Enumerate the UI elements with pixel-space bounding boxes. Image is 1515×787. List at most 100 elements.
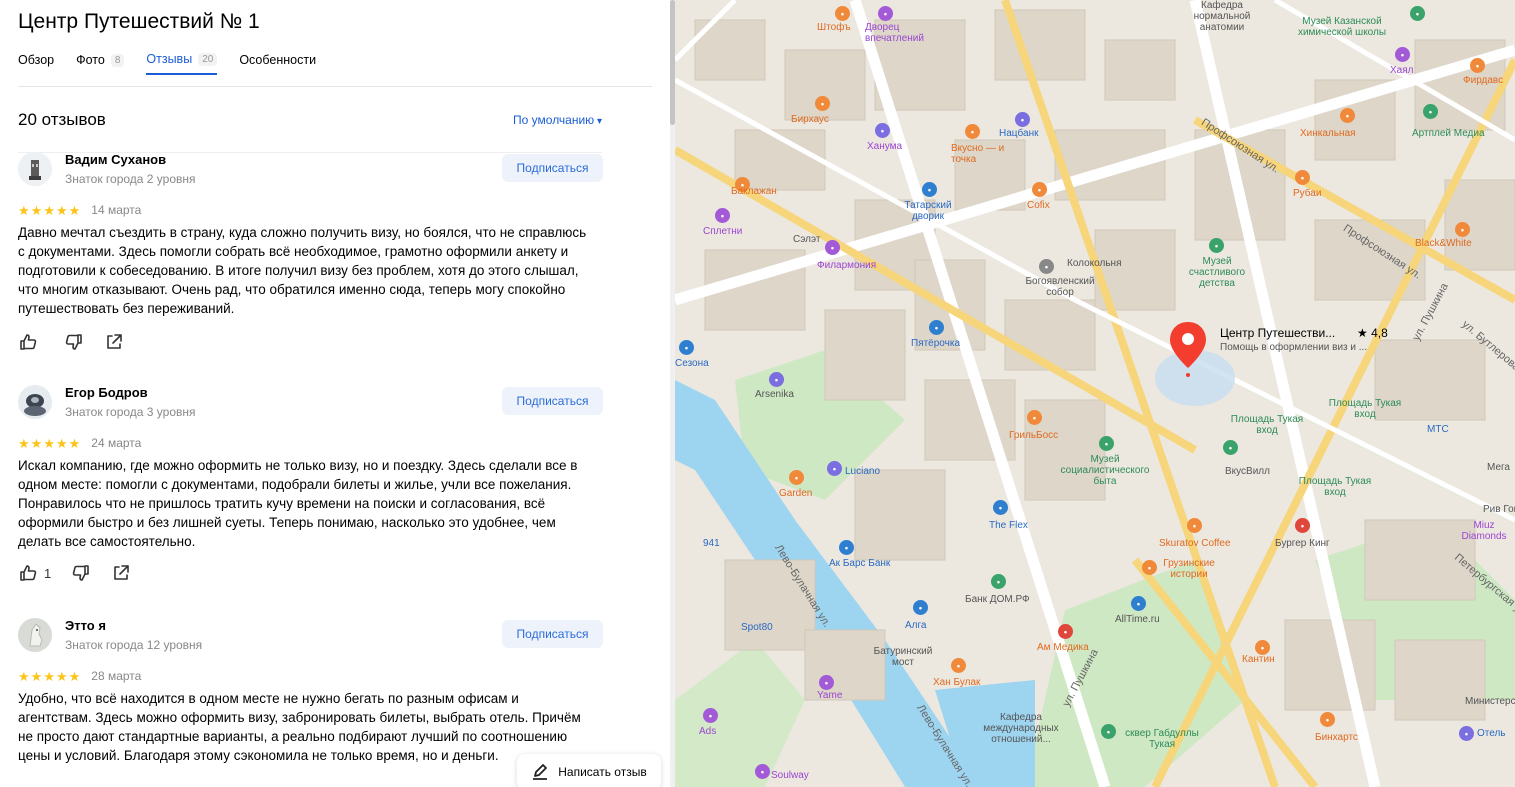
map-label[interactable]: Ads: [699, 726, 716, 737]
restaurant-marker[interactable]: •: [951, 658, 966, 673]
avatar[interactable]: [18, 618, 52, 652]
map-label[interactable]: Артплей Медиа: [1412, 128, 1485, 139]
shop-marker[interactable]: •: [922, 182, 937, 197]
fastfood-marker[interactable]: •: [1295, 518, 1310, 533]
map-label[interactable]: 941: [703, 538, 720, 549]
bank-marker[interactable]: •: [991, 574, 1006, 589]
map-label[interactable]: Музей социалистического быта: [1055, 454, 1155, 487]
shop-marker[interactable]: •: [913, 600, 928, 615]
map-label[interactable]: Ак Барс Банк: [829, 558, 890, 569]
tab-photos[interactable]: Фото 8: [76, 52, 125, 75]
map-label[interactable]: Пятёрочка: [911, 338, 960, 349]
map-label[interactable]: Дворец впечатлений: [865, 22, 935, 44]
map-label[interactable]: Хинкальная: [1300, 128, 1355, 139]
map-label[interactable]: Ам Медика: [1037, 642, 1089, 653]
map-label[interactable]: Сплетни: [703, 226, 742, 237]
fitness-marker[interactable]: •: [993, 500, 1008, 515]
cafe-marker[interactable]: •: [965, 124, 980, 139]
map-label[interactable]: Алга: [905, 620, 927, 631]
hotel-marker[interactable]: •: [1395, 47, 1410, 62]
shop-marker[interactable]: •: [1223, 440, 1238, 455]
map-label[interactable]: Филармония: [817, 260, 876, 271]
tab-reviews[interactable]: Отзывы 20: [146, 52, 218, 75]
restaurant-marker[interactable]: •: [1255, 640, 1270, 655]
map-label[interactable]: Вкусно — и точка: [951, 143, 1011, 165]
museum-marker[interactable]: •: [1209, 238, 1224, 253]
restaurant-marker[interactable]: •: [789, 470, 804, 485]
subscribe-button[interactable]: Подписаться: [502, 154, 603, 182]
tab-features[interactable]: Особенности: [239, 52, 316, 75]
map-label[interactable]: Бургер Кинг: [1275, 538, 1330, 549]
map-label[interactable]: Министерство: [1465, 696, 1515, 707]
map-label[interactable]: Soulway: [771, 770, 809, 781]
share-button[interactable]: [104, 332, 124, 352]
music-marker[interactable]: •: [715, 208, 730, 223]
hotel-marker[interactable]: •: [703, 708, 718, 723]
cafe-marker[interactable]: •: [1032, 182, 1047, 197]
map-label[interactable]: Хан Булак: [933, 677, 980, 688]
map-label[interactable]: Отель: [1477, 728, 1506, 739]
avatar[interactable]: [18, 385, 52, 419]
subscribe-button[interactable]: Подписаться: [502, 387, 603, 415]
map-label[interactable]: Кафедра нормальной анатомии: [1187, 0, 1257, 33]
map-label[interactable]: ВкусВилл: [1225, 466, 1270, 477]
map-label[interactable]: Музей счастливого детства: [1187, 256, 1247, 289]
map-label[interactable]: Skuratov Coffee: [1159, 538, 1231, 549]
shop-marker[interactable]: •: [755, 764, 770, 779]
map-label[interactable]: Колокольня: [1067, 258, 1122, 269]
share-button[interactable]: [111, 563, 131, 583]
map-label[interactable]: МТС: [1427, 424, 1449, 435]
map-label[interactable]: Luciano: [845, 466, 880, 477]
restaurant-marker[interactable]: •: [835, 6, 850, 21]
map-label[interactable]: Грузинские истории: [1159, 558, 1219, 580]
write-review-button[interactable]: Написать отзыв: [517, 754, 661, 787]
museum-marker[interactable]: •: [1101, 724, 1116, 739]
reviewer-name[interactable]: Егор Бодров: [65, 385, 148, 400]
map-label[interactable]: The Flex: [989, 520, 1028, 531]
museum-marker[interactable]: •: [1410, 6, 1425, 21]
map-label[interactable]: ГрильБосс: [1009, 430, 1058, 441]
map-label[interactable]: Штофъ: [817, 22, 851, 33]
hotel-marker[interactable]: •: [827, 461, 842, 476]
map-label[interactable]: Рубаи: [1293, 188, 1321, 199]
map-label[interactable]: Татарский дворик: [903, 200, 953, 222]
theater-marker[interactable]: •: [878, 6, 893, 21]
bank-marker[interactable]: •: [1015, 112, 1030, 127]
restaurant-marker[interactable]: •: [1470, 58, 1485, 73]
restaurant-marker[interactable]: •: [1340, 108, 1355, 123]
map-label[interactable]: Spot80: [741, 622, 773, 633]
reviewer-name[interactable]: Этто я: [65, 618, 106, 633]
cafe-marker[interactable]: •: [815, 96, 830, 111]
map-label[interactable]: Кантин: [1242, 654, 1275, 665]
restaurant-marker[interactable]: •: [1320, 712, 1335, 727]
map-label[interactable]: Нацбанк: [999, 128, 1038, 139]
dislike-button[interactable]: [64, 332, 84, 352]
hotel-marker[interactable]: •: [1459, 726, 1474, 741]
map-label[interactable]: Arsenika: [755, 389, 794, 400]
map-label[interactable]: Батуринский мост: [873, 646, 933, 668]
shop-marker[interactable]: •: [929, 320, 944, 335]
hotel-marker[interactable]: •: [769, 372, 784, 387]
medical-marker[interactable]: •: [1058, 624, 1073, 639]
map-label[interactable]: Рив Гош: [1483, 504, 1515, 515]
map-label[interactable]: Miuz Diamonds: [1459, 520, 1509, 542]
map-label[interactable]: AllTime.ru: [1115, 614, 1160, 625]
map-label[interactable]: Ханума: [867, 141, 902, 152]
hotel-marker[interactable]: •: [819, 675, 834, 690]
cafe-marker[interactable]: •: [1187, 518, 1202, 533]
bank-marker[interactable]: •: [839, 540, 854, 555]
reviewer-name[interactable]: Вадим Суханов: [65, 152, 166, 167]
map-label[interactable]: Площадь Тукая вход: [1227, 414, 1307, 436]
map-label[interactable]: Garden: [779, 488, 812, 499]
theater-marker[interactable]: •: [825, 240, 840, 255]
hotel-marker[interactable]: •: [875, 123, 890, 138]
map-label[interactable]: Площадь Тукая вход: [1325, 398, 1405, 420]
restaurant-marker[interactable]: •: [1295, 170, 1310, 185]
map-label[interactable]: Мега: [1487, 462, 1510, 473]
map-label[interactable]: Сэлэт: [793, 234, 820, 245]
museum-marker[interactable]: •: [1099, 436, 1114, 451]
map[interactable]: • • • • • • • • • • • • • • • • • • • • …: [675, 0, 1515, 787]
avatar[interactable]: [18, 152, 52, 186]
church-marker[interactable]: •: [1039, 259, 1054, 274]
like-button[interactable]: [18, 332, 44, 352]
